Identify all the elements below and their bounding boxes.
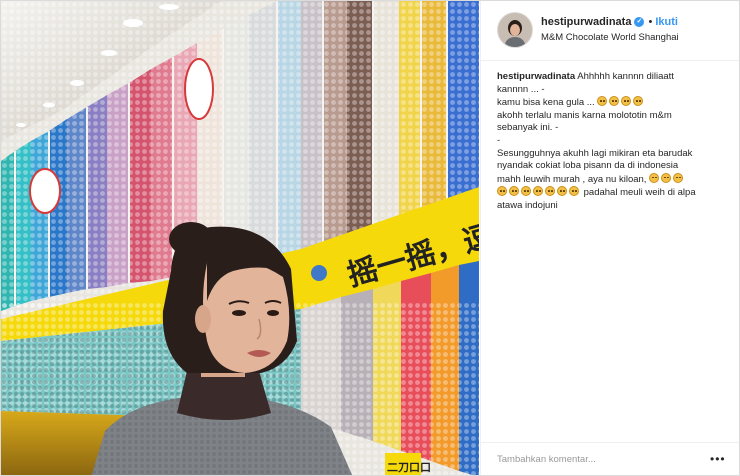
emoji-icon	[649, 172, 660, 183]
post-location[interactable]: M&M Chocolate World Shanghai	[541, 32, 679, 43]
emoji-icon	[545, 186, 555, 197]
emoji-icon	[597, 96, 608, 107]
post-side-panel: hestipurwadinata ✓ • Ikuti M&M Chocolate Wo…	[480, 1, 739, 475]
avatar-image-icon	[498, 13, 532, 47]
mm-badge-right-icon	[184, 58, 214, 120]
avatar[interactable]	[497, 12, 533, 48]
caption-line-6: -	[497, 134, 501, 146]
caption-line-8: nyandak cokiat loba pisann da di indones…	[497, 160, 679, 172]
caption-line-4: akohh terlalu manis karna molototin m&m	[497, 109, 672, 121]
caption-line-5: sebanyak ini. -	[497, 122, 559, 134]
emoji-icon	[521, 186, 531, 197]
emoji-icon	[673, 172, 684, 183]
verified-badge-icon: ✓	[634, 17, 645, 28]
bottom-sign-text: 二刀口口	[387, 461, 431, 474]
caption-line-7: Sesungguhnya akuhh lagi mikiran eta baru…	[497, 147, 693, 159]
post-photo[interactable]: 摇一摇，逗趣不 二刀口口	[1, 1, 479, 475]
caption-line-3: kamu bisa kena gula ...	[497, 97, 595, 109]
caption-username[interactable]: hestipurwadinata	[497, 71, 575, 82]
instagram-post-modal: 摇一摇，逗趣不 二刀口口 hestipurwadinata ✓ • Ikuti …	[0, 0, 740, 476]
emoji-icon	[633, 96, 644, 107]
post-username[interactable]: hestipurwadinata	[541, 16, 631, 28]
candy-wall-photo: 摇一摇，逗趣不 二刀口口	[1, 1, 479, 475]
emoji-icon	[509, 186, 519, 197]
comment-bar: •••	[481, 442, 739, 475]
post-caption: hestipurwadinata Ahhhhh kannnn diliaatt …	[497, 71, 729, 213]
emoji-icon	[533, 186, 543, 197]
separator-dot: •	[648, 16, 653, 28]
emoji-icon	[497, 186, 507, 197]
emoji-icon	[557, 186, 567, 197]
comment-input[interactable]	[497, 451, 697, 467]
caption-line-9: mahh leuwih murah , aya nu kiloan,	[497, 173, 647, 185]
emoji-icon	[621, 96, 632, 107]
caption-line-11: atawa indojuni	[497, 199, 558, 211]
follow-button[interactable]: Ikuti	[655, 16, 678, 28]
emoji-icon	[569, 186, 579, 197]
caption-line-2: kannnn ... -	[497, 83, 545, 95]
post-header: hestipurwadinata ✓ • Ikuti M&M Chocolate Wo…	[481, 1, 739, 61]
caption-line-1: Ahhhhh kannnn diliaatt	[577, 71, 674, 82]
emoji-icon	[661, 172, 672, 183]
caption-line-10: padahal meuli weih di alpa	[583, 187, 696, 199]
emoji-icon	[609, 96, 620, 107]
more-options-button[interactable]: •••	[710, 452, 726, 466]
mm-badge-left-icon	[29, 168, 61, 214]
